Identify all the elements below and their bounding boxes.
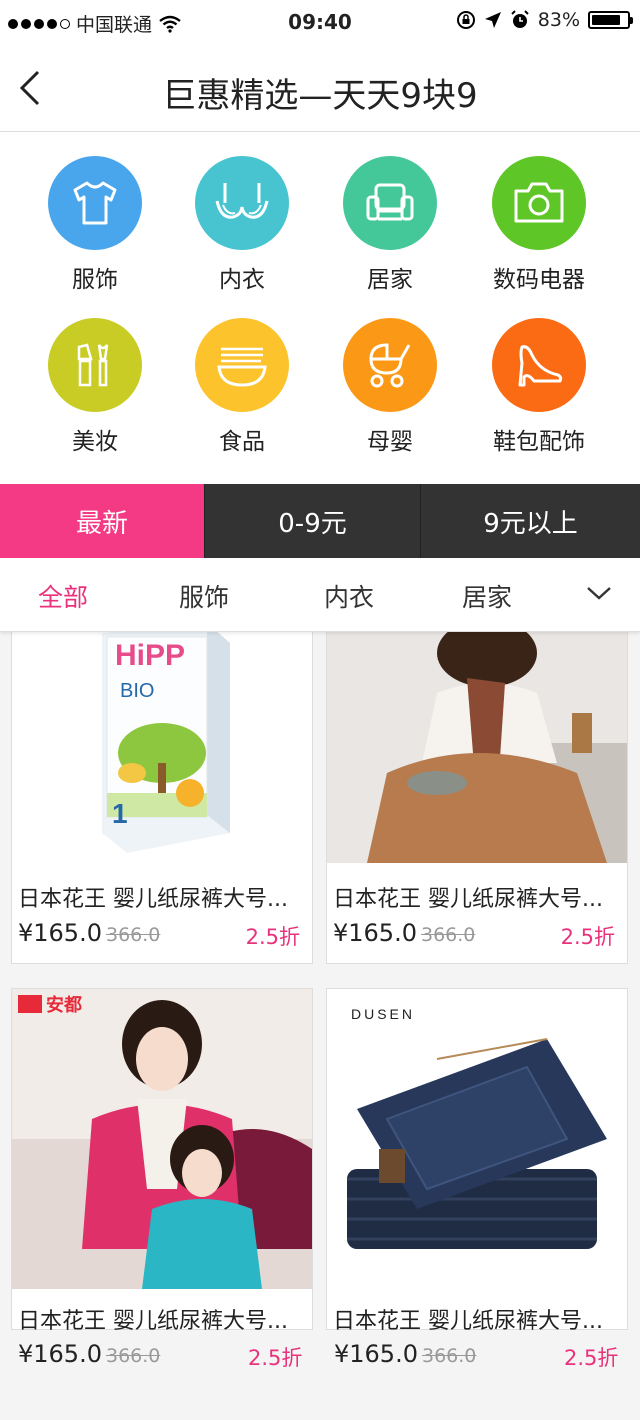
status-right: 83% xyxy=(456,9,633,31)
price-filter-tabs: 最新 0-9元 9元以上 xyxy=(0,484,640,558)
category-food[interactable]: 食品 xyxy=(172,318,312,456)
subtab-underwear[interactable]: 内衣 xyxy=(324,578,374,614)
svg-text:BIO: BIO xyxy=(120,680,154,702)
battery-percent: 83% xyxy=(537,9,580,31)
makeup-icon xyxy=(77,343,109,387)
page-title: 巨惠精选—天天9块9 xyxy=(162,76,478,116)
subtab-clothing[interactable]: 服饰 xyxy=(179,578,229,614)
category-underwear[interactable]: 内衣 xyxy=(172,156,312,294)
price-original: 366.0 xyxy=(421,1345,477,1367)
category-label: 母婴 xyxy=(367,429,413,455)
tab-newest[interactable]: 最新 xyxy=(0,484,204,558)
status-bar: 中国联通 09:40 83% xyxy=(0,0,640,44)
category-digital[interactable]: 数码电器 xyxy=(469,156,609,294)
category-grid: 服饰 内衣 居家 数码电器 美妆 食品 母婴 鞋包配饰 xyxy=(0,132,640,484)
armchair-icon xyxy=(366,183,414,221)
category-clothing[interactable]: 服饰 xyxy=(25,156,165,294)
product-title: 日本花王 婴儿纸尿裤大号... xyxy=(18,887,288,912)
product-card[interactable]: HiPP BIO 1 日本花王 婴儿纸尿裤大号... ¥165.0 366.0 2… xyxy=(11,632,313,964)
subtab-home[interactable]: 居家 xyxy=(462,578,512,614)
product-brand: HiPP xyxy=(115,639,185,672)
category-circle xyxy=(48,318,142,412)
bra-icon xyxy=(215,183,269,219)
product-price: ¥165.0 366.0 xyxy=(18,919,160,947)
category-label: 居家 xyxy=(367,267,413,293)
category-circle xyxy=(492,156,586,250)
category-circle xyxy=(48,156,142,250)
product-title: 日本花王 婴儿纸尿裤大号... xyxy=(333,887,603,912)
category-circle xyxy=(343,156,437,250)
bowl-icon xyxy=(217,347,267,387)
stroller-icon xyxy=(369,343,411,388)
location-arrow-icon xyxy=(484,12,501,28)
price-original: 366.0 xyxy=(105,1345,161,1367)
category-label: 内衣 xyxy=(219,267,265,293)
category-home[interactable]: 居家 xyxy=(320,156,460,294)
price-original: 366.0 xyxy=(105,924,161,946)
product-price: ¥165.0 366.0 xyxy=(334,1340,476,1368)
high-heel-icon xyxy=(518,345,563,387)
category-circle xyxy=(195,156,289,250)
navigation-bar: 巨惠精选—天天9块9 xyxy=(0,44,640,132)
product-image[interactable]: HiPP BIO 1 xyxy=(12,632,312,863)
category-label: 食品 xyxy=(219,429,265,455)
discount-badge: 2.5折 xyxy=(245,925,300,949)
category-circle xyxy=(343,318,437,412)
category-sub-tabs: 全部 服饰 内衣 居家 xyxy=(0,558,640,632)
bottom-row-prices: ¥165.0 366.0 2.5折 ¥165.0 366.0 2.5折 xyxy=(0,1330,640,1420)
category-circle xyxy=(195,318,289,412)
chevron-down-icon[interactable] xyxy=(586,584,612,602)
alarm-icon xyxy=(511,10,529,28)
price-current: ¥165.0 xyxy=(334,1340,418,1368)
tab-over-9-yuan[interactable]: 9元以上 xyxy=(420,484,640,558)
camera-icon xyxy=(514,182,564,223)
product-card[interactable]: DUSEN 日本花王 婴儿纸尿裤大号... xyxy=(326,988,628,1334)
price-current: ¥165.0 xyxy=(18,919,102,947)
tab-0-9-yuan[interactable]: 0-9元 xyxy=(204,484,420,558)
product-image[interactable]: 安都 xyxy=(12,989,312,1289)
discount-badge: 2.5折 xyxy=(248,1346,303,1370)
product-grid: HiPP BIO 1 日本花王 婴儿纸尿裤大号... ¥165.0 366.0 2… xyxy=(0,632,640,1420)
tshirt-icon xyxy=(73,181,117,225)
category-label: 鞋包配饰 xyxy=(493,429,585,455)
discount-badge: 2.5折 xyxy=(560,925,615,949)
product-brand: DUSEN xyxy=(351,1006,415,1022)
product-price: ¥165.0 366.0 xyxy=(333,919,475,947)
product-image[interactable]: DUSEN xyxy=(327,989,627,1289)
category-label: 服饰 xyxy=(72,267,118,293)
product-price: ¥165.0 366.0 xyxy=(18,1340,160,1368)
discount-badge: 2.5折 xyxy=(564,1346,619,1370)
category-shoes-bags[interactable]: 鞋包配饰 xyxy=(469,318,609,456)
price-original: 366.0 xyxy=(420,924,476,946)
category-circle xyxy=(492,318,586,412)
battery-icon xyxy=(588,11,633,29)
subtab-all[interactable]: 全部 xyxy=(38,578,88,614)
category-label: 数码电器 xyxy=(493,267,585,293)
rotation-lock-icon xyxy=(456,11,475,29)
category-label: 美妆 xyxy=(72,429,118,455)
product-card[interactable]: 日本花王 婴儿纸尿裤大号... ¥165.0 366.0 2.5折 xyxy=(326,632,628,964)
product-image[interactable] xyxy=(327,632,627,863)
svg-text:1: 1 xyxy=(112,798,128,829)
price-current: ¥165.0 xyxy=(18,1340,102,1368)
product-brand: 安都 xyxy=(46,994,82,1016)
product-card[interactable]: 安都 日本花王 婴儿纸尿裤大号... xyxy=(11,988,313,1334)
price-current: ¥165.0 xyxy=(333,919,417,947)
category-baby[interactable]: 母婴 xyxy=(320,318,460,456)
category-beauty[interactable]: 美妆 xyxy=(25,318,165,456)
